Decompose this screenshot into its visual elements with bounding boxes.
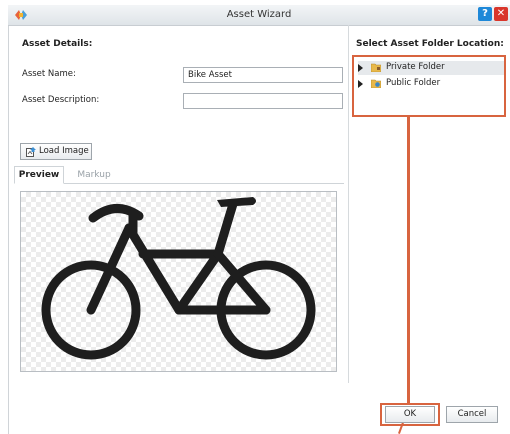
asset-details-heading: Asset Details: — [22, 39, 93, 49]
bicycle-icon — [41, 197, 316, 360]
load-image-label: Load Image — [39, 146, 89, 156]
folder-highlight-annotation — [352, 55, 506, 117]
image-preview — [20, 191, 337, 372]
panel-divider — [348, 25, 349, 383]
load-image-icon — [26, 147, 36, 157]
annotation-connector — [407, 117, 410, 403]
close-button[interactable]: ✕ — [494, 7, 508, 21]
cancel-button[interactable]: Cancel — [446, 406, 498, 423]
asset-description-label: Asset Description: — [22, 95, 100, 105]
tab-preview[interactable]: Preview — [14, 166, 64, 184]
window-left-edge — [0, 5, 9, 434]
asset-name-label: Asset Name: — [22, 69, 76, 79]
tab-markup[interactable]: Markup — [70, 166, 118, 184]
asset-description-input[interactable] — [183, 93, 343, 109]
folder-location-heading: Select Asset Folder Location: — [356, 39, 504, 49]
asset-name-input[interactable] — [183, 67, 343, 83]
help-button[interactable]: ? — [478, 7, 492, 21]
load-image-button[interactable]: Load Image — [20, 143, 92, 160]
title-bar: Asset Wizard ? ✕ — [8, 5, 510, 26]
ok-button[interactable]: OK — [385, 406, 435, 423]
window-title: Asset Wizard — [226, 9, 292, 20]
